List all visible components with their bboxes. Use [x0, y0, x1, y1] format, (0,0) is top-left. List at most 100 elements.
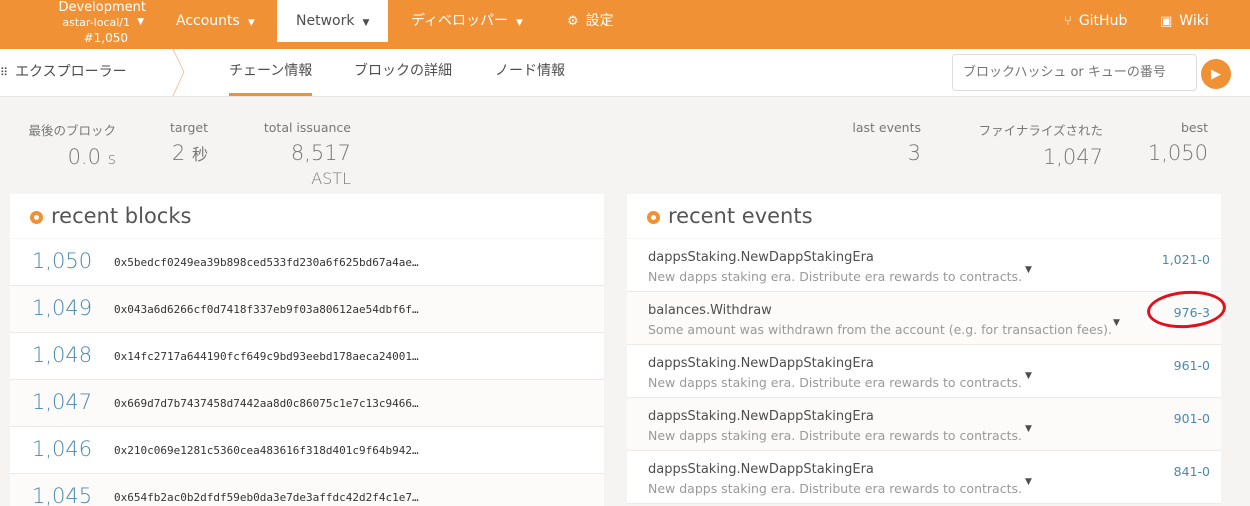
nav-network[interactable]: Network ▼: [277, 0, 388, 42]
event-block-link[interactable]: 976-3: [1174, 305, 1210, 320]
stat-value: 1,050: [1147, 141, 1208, 165]
chain-selector[interactable]: Development astar-local/1 ▼ #1,050: [40, 1, 146, 44]
event-description: New dapps staking era. Distribute era re…: [648, 375, 1022, 390]
block-number-link[interactable]: 1,050: [32, 249, 92, 273]
chain-block-number: #1,050: [83, 31, 128, 45]
block-hash: 0x14fc2717a644190fcf649c9bd93eebd178aeca…: [114, 350, 419, 363]
stat-value: 8,517 ASTL: [290, 141, 351, 188]
recent-blocks-header: recent blocks: [10, 194, 604, 238]
grid-icon: ⠿: [0, 66, 8, 79]
stat-label: 最後のブロック: [28, 123, 116, 138]
block-number-link[interactable]: 1,046: [32, 437, 92, 461]
event-block-link[interactable]: 901-0: [1174, 411, 1210, 426]
search-submit-button[interactable]: ▶: [1201, 59, 1231, 89]
stat-label: best: [1180, 120, 1208, 135]
status-dot-icon: [30, 211, 43, 224]
event-block-link[interactable]: 1,021-0: [1162, 252, 1210, 267]
event-description: New dapps staking era. Distribute era re…: [648, 481, 1022, 496]
event-list: dappsStaking.NewDappStakingEra New dapps…: [627, 239, 1221, 504]
stat-label: target: [169, 120, 208, 135]
block-number-link[interactable]: 1,049: [32, 296, 92, 320]
chevron-down-icon: ▼: [137, 17, 144, 27]
event-row: balances.Withdraw Some amount was withdr…: [627, 292, 1221, 345]
event-block-link[interactable]: 841-0: [1174, 464, 1210, 479]
event-name: balances.Withdraw: [648, 303, 772, 318]
nav-network-label: Network: [296, 13, 355, 29]
nav-accounts[interactable]: Accounts ▼: [176, 0, 255, 42]
search-input[interactable]: [952, 54, 1197, 91]
expand-caret-icon[interactable]: ▼: [1025, 424, 1032, 434]
block-number-link[interactable]: 1,045: [32, 484, 92, 506]
table-row: 1,049 0x043a6d6266cf0d7418f337eb9f03a806…: [10, 286, 604, 333]
event-name: dappsStaking.NewDappStakingEra: [648, 250, 874, 265]
stat-label: total issuance: [263, 120, 351, 135]
book-icon: ▣: [1160, 14, 1173, 29]
table-row: 1,047 0x669d7d7b7437458d7442aa8d0c86075c…: [10, 380, 604, 427]
tab-chain-info[interactable]: チェーン情報: [229, 49, 313, 96]
block-list: 1,050 0x5bedcf0249ea39b898ced533fd230a6f…: [10, 239, 604, 506]
table-row: 1,048 0x14fc2717a644190fcf649c9bd93eebd1…: [10, 333, 604, 380]
event-description: New dapps staking era. Distribute era re…: [648, 428, 1022, 443]
block-number-link[interactable]: 1,048: [32, 343, 92, 367]
chevron-down-icon: ▼: [247, 18, 255, 28]
code-branch-icon: ⑂: [1064, 14, 1072, 29]
stat-last-block: 最後のブロック 0.0 s: [22, 120, 116, 169]
block-hash: 0x5bedcf0249ea39b898ced533fd230a6f625bd6…: [114, 256, 419, 269]
stat-best: best 1,050: [1140, 120, 1208, 165]
tab-node-info[interactable]: ノード情報: [495, 49, 565, 96]
recent-blocks-panel: recent blocks 1,050 0x5bedcf0249ea39b898…: [10, 194, 604, 506]
recent-events-title: recent events: [668, 204, 813, 228]
event-description: New dapps staking era. Distribute era re…: [648, 269, 1022, 284]
event-name: dappsStaking.NewDappStakingEra: [648, 409, 874, 424]
chain-name: Development: [58, 0, 146, 15]
breadcrumb-chevron-icon: [172, 49, 185, 96]
block-hash: 0x210c069e1281c5360cea483616f318d401c9f6…: [114, 444, 419, 457]
table-row: 1,046 0x210c069e1281c5360cea483616f318d4…: [10, 427, 604, 474]
block-hash: 0x654fb2ac0b2dfdf59eb0da3e7de3affdc42d2f…: [114, 491, 419, 504]
tab-block-details[interactable]: ブロックの詳細: [354, 49, 452, 96]
recent-blocks-title: recent blocks: [51, 204, 192, 228]
play-icon: ▶: [1211, 66, 1221, 81]
expand-caret-icon[interactable]: ▼: [1025, 265, 1032, 275]
top-navbar: Development astar-local/1 ▼ #1,050 Accou…: [0, 0, 1250, 49]
nav-developer-label: ディベロッパー: [411, 13, 509, 29]
block-hash: 0x043a6d6266cf0d7418f337eb9f03a80612ae54…: [114, 303, 419, 316]
expand-caret-icon[interactable]: ▼: [1025, 371, 1032, 381]
stat-value: 1,047: [1042, 145, 1103, 169]
stat-total-issuance: total issuance 8,517 ASTL: [250, 120, 351, 189]
nav-settings[interactable]: ⚙ 設定: [567, 0, 614, 42]
stat-value: 3: [907, 141, 921, 165]
event-row: dappsStaking.NewDappStakingEra New dapps…: [627, 345, 1221, 398]
nav-github[interactable]: ⑂ GitHub: [1064, 0, 1127, 42]
event-name: dappsStaking.NewDappStakingEra: [648, 462, 874, 477]
expand-caret-icon[interactable]: ▼: [1113, 318, 1120, 328]
section-explorer-label: エクスプローラー: [15, 64, 127, 80]
block-number-link[interactable]: 1,047: [32, 390, 92, 414]
expand-caret-icon[interactable]: ▼: [1025, 477, 1032, 487]
event-block-link[interactable]: 961-0: [1174, 358, 1210, 373]
stat-finalized: ファイナライズされた 1,047: [960, 120, 1103, 169]
chain-spec: astar-local/1: [62, 16, 130, 29]
event-description: Some amount was withdrawn from the accou…: [648, 322, 1113, 337]
nav-settings-label: 設定: [585, 13, 614, 29]
stat-label: last events: [852, 120, 921, 135]
event-row: dappsStaking.NewDappStakingEra New dapps…: [627, 398, 1221, 451]
nav-wiki-label: Wiki: [1179, 13, 1209, 29]
event-row: dappsStaking.NewDappStakingEra New dapps…: [627, 451, 1221, 504]
table-row: 1,045 0x654fb2ac0b2dfdf59eb0da3e7de3affd…: [10, 474, 604, 506]
table-row: 1,050 0x5bedcf0249ea39b898ced533fd230a6f…: [10, 239, 604, 286]
nav-developer[interactable]: ディベロッパー ▼: [411, 0, 523, 42]
sub-navbar: ⠿ エクスプローラー チェーン情報 ブロックの詳細 ノード情報 ▶: [0, 49, 1250, 97]
nav-accounts-label: Accounts: [176, 13, 240, 29]
event-row: dappsStaking.NewDappStakingEra New dapps…: [627, 239, 1221, 292]
section-explorer[interactable]: ⠿ エクスプローラー: [0, 49, 127, 96]
nav-wiki[interactable]: ▣ Wiki: [1160, 0, 1209, 42]
stat-value: 0.0 s: [67, 145, 116, 169]
status-dot-icon: [647, 211, 660, 224]
stat-label: ファイナライズされた: [978, 123, 1103, 138]
stat-value: 2 秒: [171, 141, 208, 165]
chevron-down-icon: ▼: [516, 18, 523, 28]
recent-events-panel: recent events dappsStaking.NewDappStakin…: [627, 194, 1221, 506]
stat-target: target 2 秒: [160, 120, 208, 165]
chevron-down-icon: ▼: [362, 18, 370, 28]
